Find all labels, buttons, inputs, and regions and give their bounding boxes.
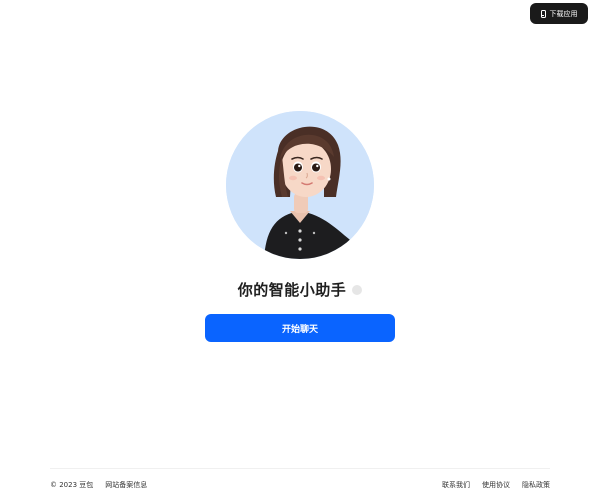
download-app-label: 下载应用 [549, 9, 578, 18]
page: 下载应用 你的智能小助手 开始聊天 © 2023 豆包 网站备案信息 联系我们 … [0, 0, 600, 500]
download-app-button[interactable]: 下载应用 [530, 3, 588, 24]
copyright-text: © 2023 豆包 [50, 481, 94, 489]
privacy-link[interactable]: 隐私政策 [522, 480, 550, 490]
phone-icon [540, 9, 546, 18]
footer-left: © 2023 豆包 网站备案信息 [50, 480, 147, 490]
footer-right: 联系我们 使用协议 隐私政策 [442, 480, 550, 490]
terms-link[interactable]: 使用协议 [482, 480, 510, 490]
title-row: 你的智能小助手 [0, 279, 600, 300]
page-title: 你的智能小助手 [237, 281, 347, 299]
assistant-avatar [226, 111, 374, 259]
footer: © 2023 豆包 网站备案信息 联系我们 使用协议 隐私政策 [50, 468, 550, 500]
start-chat-button[interactable]: 开始聊天 [205, 314, 395, 342]
status-dot-icon [352, 284, 363, 295]
contact-us-link[interactable]: 联系我们 [442, 480, 470, 490]
icp-link[interactable]: 网站备案信息 [105, 480, 147, 490]
